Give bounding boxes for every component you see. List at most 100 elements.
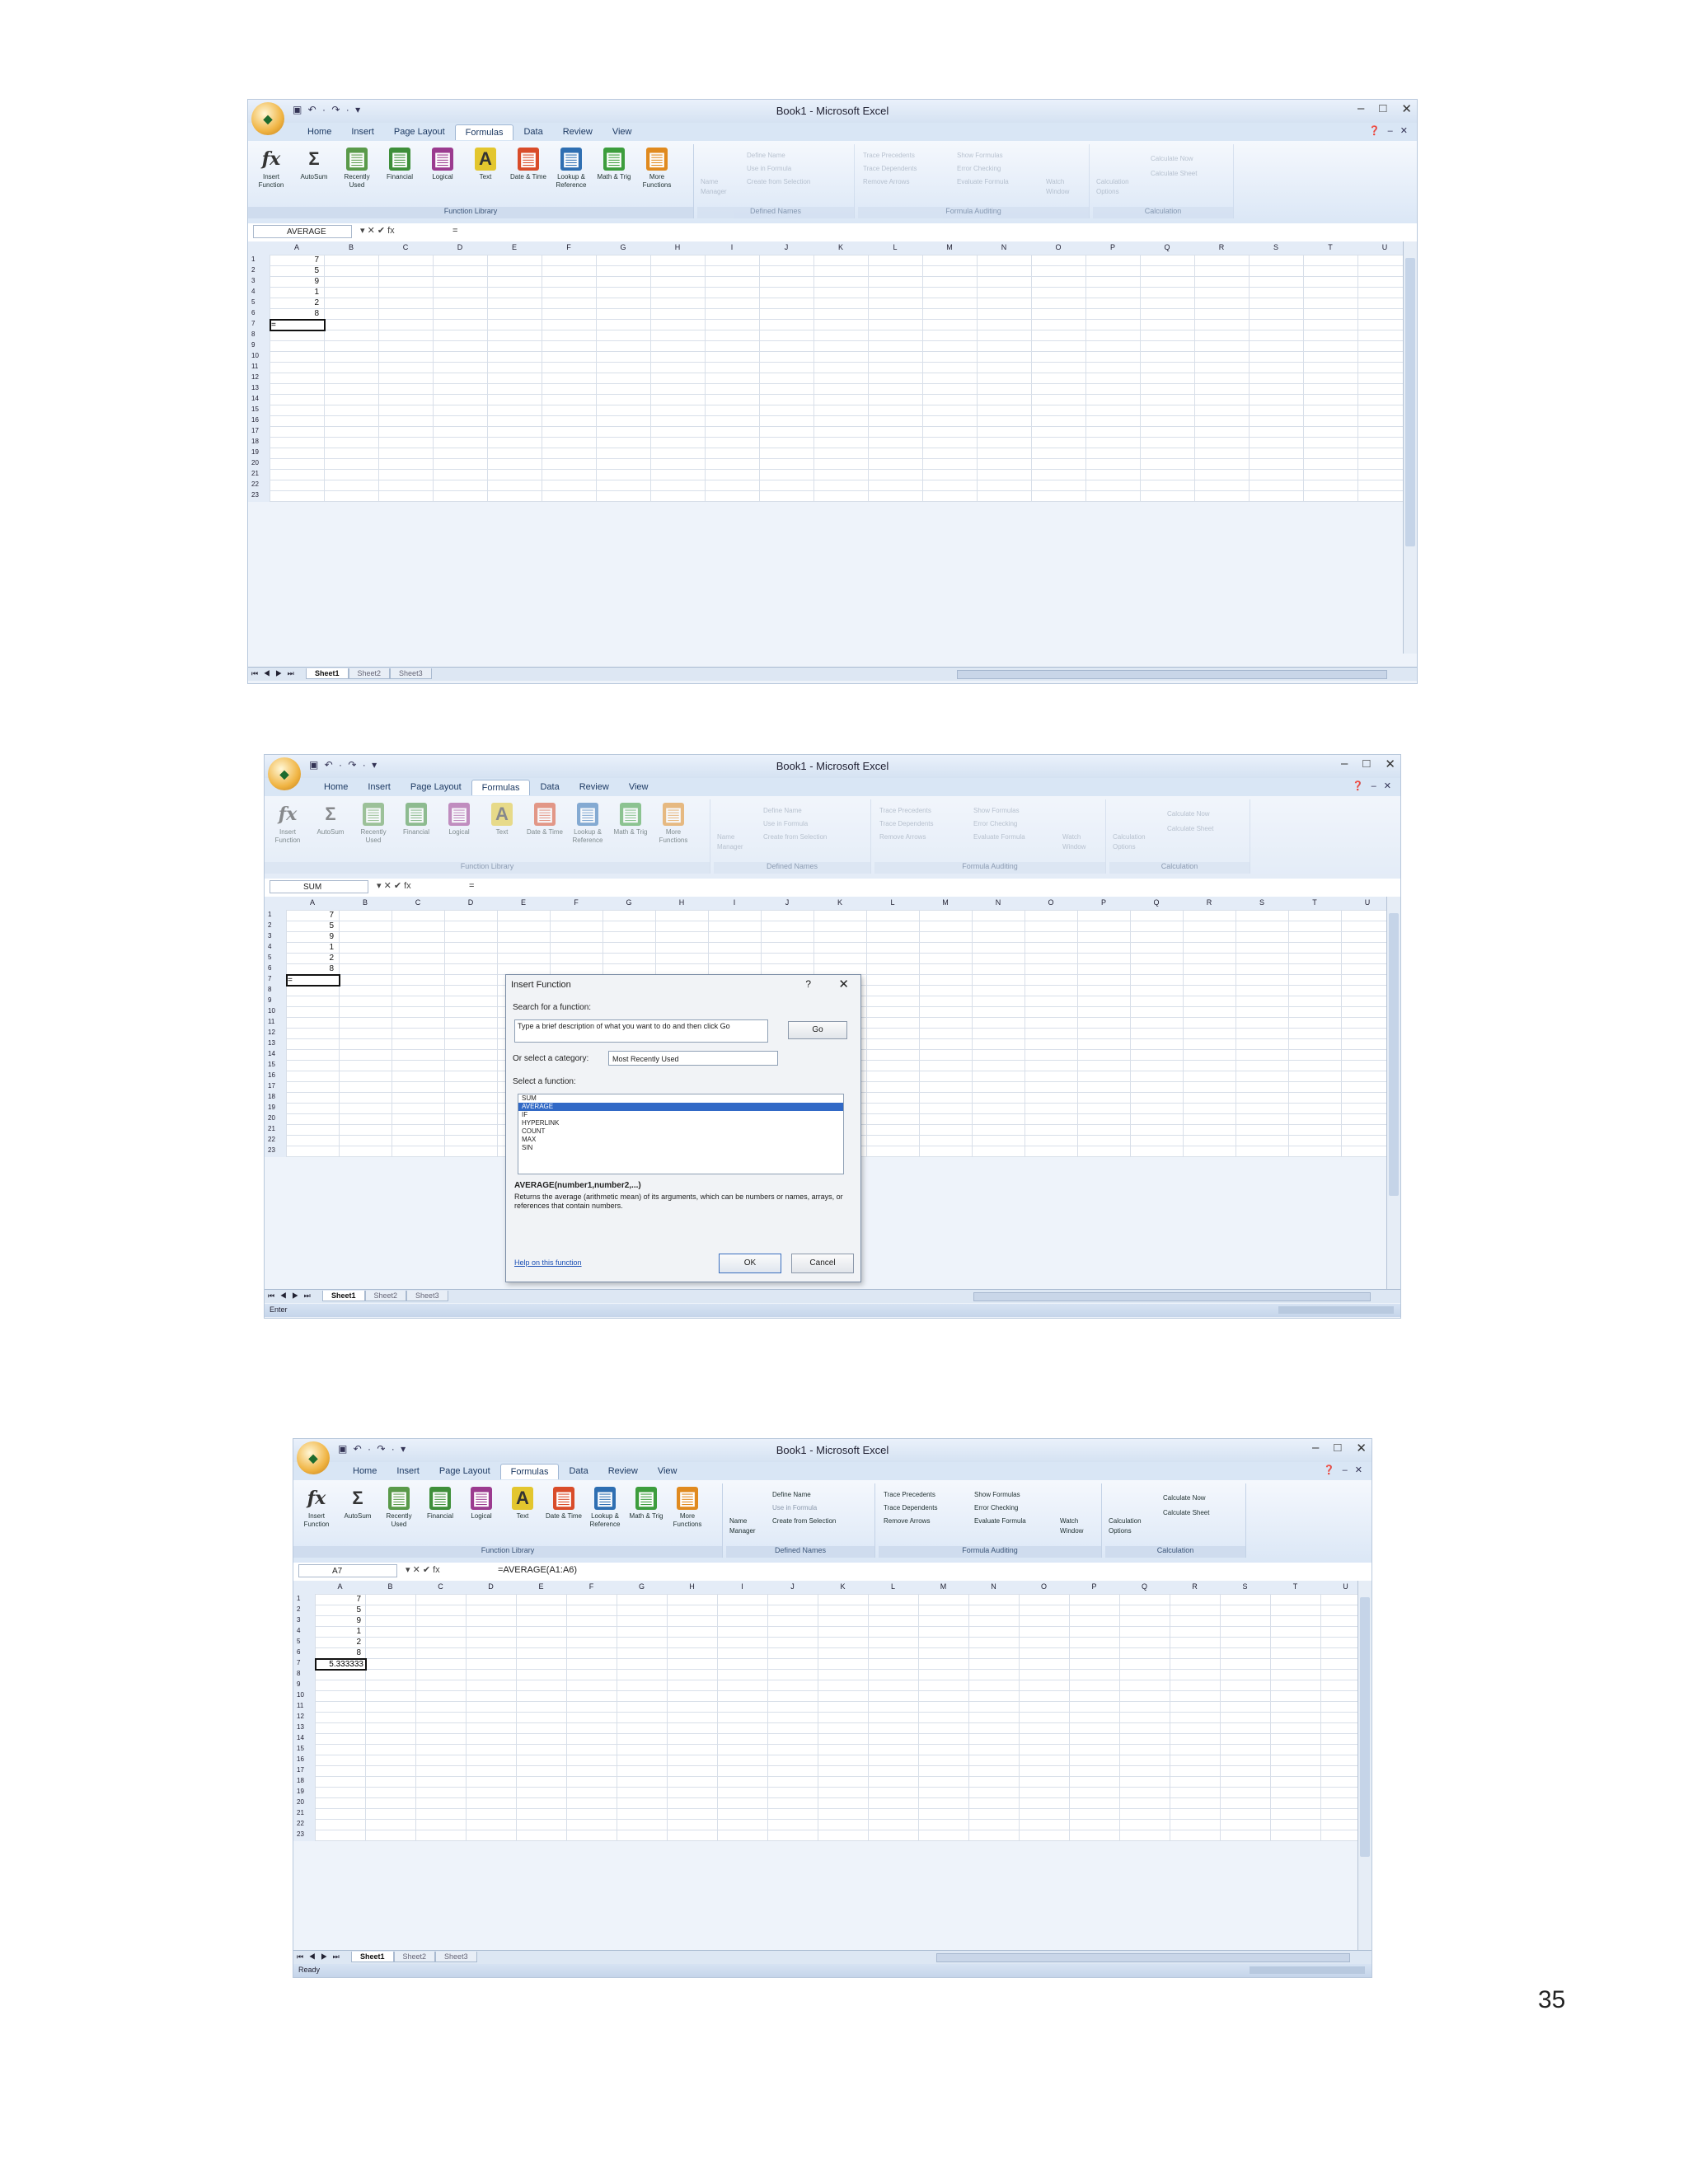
column-header[interactable]: F: [550, 898, 603, 907]
column-header[interactable]: L: [866, 898, 919, 907]
row-header[interactable]: 20: [297, 1798, 304, 1806]
help-question-icon[interactable]: ?: [805, 978, 811, 990]
maximize-icon[interactable]: □: [1362, 757, 1370, 775]
row-header[interactable]: 4: [297, 1627, 300, 1634]
ok-button[interactable]: OK: [719, 1254, 781, 1273]
row-header[interactable]: 21: [268, 1125, 275, 1132]
row-header[interactable]: 3: [251, 277, 255, 284]
close-icon[interactable]: ✕: [1401, 101, 1412, 120]
tab-data[interactable]: Data: [559, 1464, 598, 1479]
row-header[interactable]: 3: [268, 932, 271, 940]
row-header[interactable]: 13: [297, 1723, 304, 1731]
column-header[interactable]: P: [1069, 1582, 1119, 1591]
maximize-icon[interactable]: □: [1379, 101, 1386, 120]
row-header[interactable]: 18: [251, 438, 259, 445]
create-from-selection-button[interactable]: Create from Selection: [772, 1516, 836, 1526]
row-header[interactable]: 16: [297, 1755, 304, 1763]
calculation-options-button[interactable]: Calculation Options: [1109, 1516, 1150, 1536]
column-header[interactable]: M: [919, 898, 972, 907]
row-header[interactable]: 20: [251, 459, 259, 466]
cell-value[interactable]: 7: [315, 1595, 361, 1604]
help-icon[interactable]: ❓ – ✕: [1324, 1465, 1365, 1475]
row-header[interactable]: 2: [251, 266, 255, 274]
row-header[interactable]: 22: [251, 480, 259, 488]
calculate-sheet-button[interactable]: Calculate Sheet: [1151, 169, 1197, 179]
insert-function-button[interactable]: fx Insert Function: [251, 148, 291, 190]
calculate-now-button[interactable]: Calculate Now: [1163, 1493, 1206, 1503]
row-header[interactable]: 2: [297, 1605, 300, 1613]
row-header[interactable]: 11: [251, 363, 258, 370]
lookup-reference-button[interactable]: ▤ Lookup & Reference: [585, 1487, 625, 1529]
formula-input[interactable]: =AVERAGE(A1:A6): [498, 1565, 577, 1575]
name-box[interactable]: A7: [298, 1564, 397, 1577]
calculate-sheet-button[interactable]: Calculate Sheet: [1163, 1508, 1209, 1518]
logical-button[interactable]: ▤ Logical: [423, 148, 462, 181]
cell-value[interactable]: 8: [315, 1648, 361, 1657]
column-header[interactable]: S: [1249, 243, 1303, 251]
formula-input[interactable]: =: [469, 881, 474, 891]
column-header[interactable]: N: [972, 898, 1025, 907]
tab-view[interactable]: View: [603, 124, 642, 140]
text-button[interactable]: A Text: [482, 803, 522, 837]
trace-dependents-button[interactable]: Trace Dependents: [879, 819, 934, 829]
column-header[interactable]: R: [1194, 243, 1249, 251]
list-item[interactable]: COUNT: [518, 1127, 843, 1136]
tab-data[interactable]: Data: [513, 124, 552, 140]
scroll-thumb[interactable]: [1405, 258, 1415, 546]
list-item[interactable]: IF: [518, 1111, 843, 1119]
column-header[interactable]: G: [596, 243, 650, 251]
show-formulas-button[interactable]: Show Formulas: [973, 806, 1020, 816]
remove-arrows-button[interactable]: Remove Arrows: [884, 1516, 930, 1526]
autosum-button[interactable]: Σ AutoSum: [338, 1487, 377, 1521]
math-trig-button[interactable]: ▤ Math & Trig: [626, 1487, 666, 1521]
column-header[interactable]: L: [868, 243, 922, 251]
tab-insert[interactable]: Insert: [358, 780, 401, 795]
evaluate-formula-button[interactable]: Evaluate Formula: [973, 832, 1025, 842]
column-header[interactable]: R: [1170, 1582, 1220, 1591]
text-button[interactable]: A Text: [466, 148, 505, 181]
cell-value[interactable]: 9: [270, 277, 319, 286]
column-header[interactable]: H: [655, 898, 708, 907]
tab-review[interactable]: Review: [598, 1464, 648, 1479]
zoom-slider[interactable]: [1278, 1306, 1394, 1314]
cell-value[interactable]: 1: [270, 288, 319, 297]
column-header[interactable]: I: [708, 898, 761, 907]
calculation-options-button[interactable]: Calculation Options: [1096, 177, 1137, 197]
calculation-options-button[interactable]: Calculation Options: [1113, 832, 1154, 852]
tab-formulas[interactable]: Formulas: [454, 124, 514, 140]
column-header[interactable]: E: [516, 1582, 566, 1591]
lookup-reference-button[interactable]: ▤ Lookup & Reference: [551, 148, 591, 190]
financial-button[interactable]: ▤ Financial: [420, 1487, 460, 1521]
active-cell[interactable]: =: [270, 319, 326, 331]
row-header[interactable]: 7: [268, 975, 271, 982]
row-header[interactable]: 8: [297, 1670, 300, 1677]
recently-used-button[interactable]: ▤ Recently Used: [379, 1487, 419, 1529]
office-button[interactable]: ◆: [251, 102, 284, 135]
row-header[interactable]: 2: [268, 921, 271, 929]
remove-arrows-button[interactable]: Remove Arrows: [879, 832, 926, 842]
cell-value[interactable]: 1: [315, 1627, 361, 1636]
column-header[interactable]: C: [392, 898, 444, 907]
tab-home[interactable]: Home: [298, 124, 341, 140]
row-header[interactable]: 8: [268, 986, 271, 993]
autosum-button[interactable]: Σ AutoSum: [294, 148, 334, 181]
column-header[interactable]: C: [378, 243, 433, 251]
row-header[interactable]: 6: [268, 964, 271, 972]
row-header[interactable]: 16: [251, 416, 259, 424]
column-header[interactable]: D: [444, 898, 497, 907]
tab-insert[interactable]: Insert: [387, 1464, 429, 1479]
list-item[interactable]: HYPERLINK: [518, 1119, 843, 1127]
go-button[interactable]: Go: [788, 1021, 847, 1039]
row-header[interactable]: 14: [297, 1734, 304, 1741]
search-input[interactable]: Type a brief description of what you wan…: [514, 1019, 768, 1043]
date-time-button[interactable]: ▤ Date & Time: [525, 803, 565, 837]
column-header[interactable]: B: [365, 1582, 415, 1591]
sheet-tab-sheet1[interactable]: Sheet1: [322, 1291, 365, 1301]
column-header[interactable]: F: [542, 243, 596, 251]
tab-view[interactable]: View: [648, 1464, 687, 1479]
row-header[interactable]: 22: [268, 1136, 275, 1143]
column-header[interactable]: T: [1303, 243, 1357, 251]
row-header[interactable]: 12: [268, 1029, 275, 1036]
cell-value[interactable]: 9: [286, 932, 334, 941]
close-icon[interactable]: ✕: [838, 977, 849, 991]
